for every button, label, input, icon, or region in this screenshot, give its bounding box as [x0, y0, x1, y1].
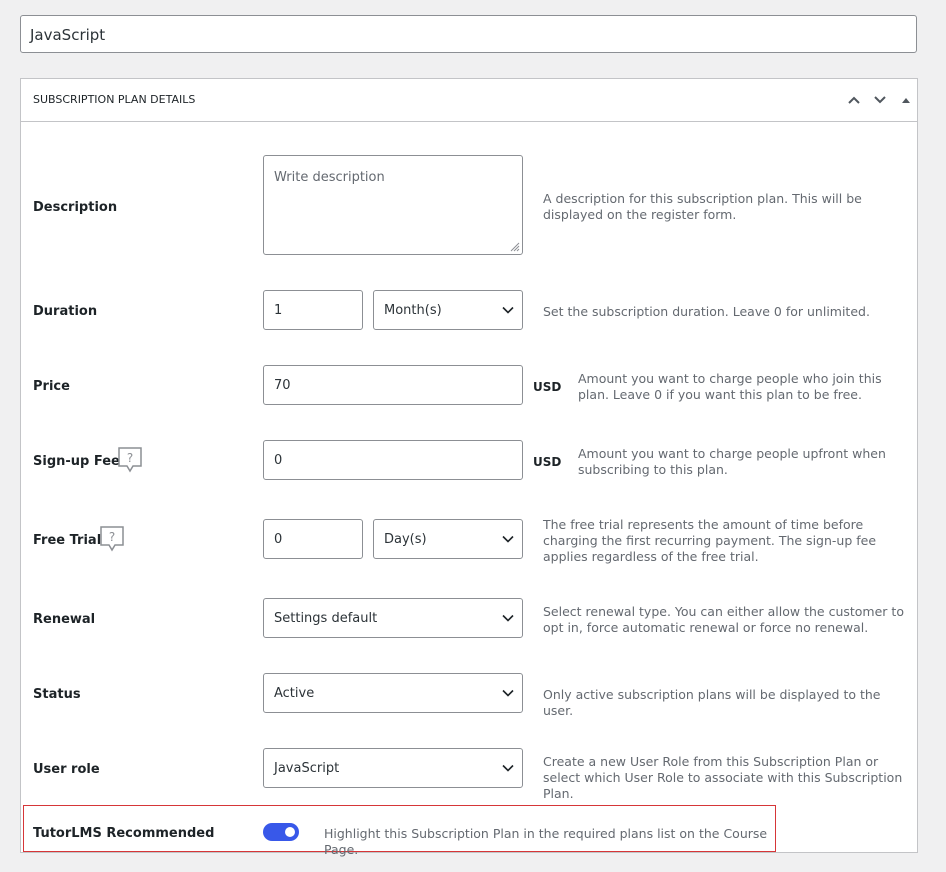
price-input[interactable]: 70: [263, 365, 523, 405]
tutorlms-recommended-toggle[interactable]: [263, 823, 299, 841]
duration-help: Set the subscription duration. Leave 0 f…: [543, 304, 870, 319]
resize-handle-icon[interactable]: [508, 240, 520, 252]
tutorlms-label: TutorLMS Recommended: [33, 826, 215, 841]
signup-fee-input[interactable]: 0: [263, 440, 523, 480]
metabox-title: SUBSCRIPTION PLAN DETAILS: [33, 93, 196, 106]
free-trial-help: The free trial represents the amount of …: [543, 517, 877, 564]
free-trial-value: 0: [274, 531, 283, 547]
user-role-select[interactable]: JavaScript: [263, 748, 523, 788]
renewal-value: Settings default: [274, 610, 378, 626]
price-label: Price: [33, 379, 70, 394]
duration-value: 1: [274, 302, 283, 318]
duration-unit-value: Month(s): [384, 302, 442, 318]
user-role-label: User role: [33, 762, 100, 777]
chevron-up-icon: [848, 96, 860, 104]
duration-input[interactable]: 1: [263, 290, 363, 330]
toggle-knob: [285, 827, 295, 837]
chevron-down-icon: [502, 306, 514, 314]
description-label: Description: [33, 200, 118, 215]
description-help: A description for this subscription plan…: [543, 191, 862, 222]
question-icon[interactable]: ?: [117, 446, 143, 474]
chevron-down-icon: [502, 535, 514, 543]
toggle-panel-button[interactable]: [896, 90, 916, 110]
duration-label: Duration: [33, 304, 98, 319]
description-placeholder: Write description: [274, 170, 385, 185]
chevron-down-icon: [502, 614, 514, 622]
signup-fee-value: 0: [274, 452, 283, 468]
price-currency: USD: [533, 380, 562, 394]
question-icon[interactable]: ?: [99, 525, 125, 553]
description-textarea[interactable]: Write description: [263, 155, 523, 255]
signup-fee-currency: USD: [533, 455, 562, 469]
user-role-help: Create a new User Role from this Subscri…: [543, 754, 903, 801]
free-trial-input[interactable]: 0: [263, 519, 363, 559]
free-trial-label: Free Trial: [33, 533, 102, 548]
subscription-plan-details-metabox: SUBSCRIPTION PLAN DETAILS Description Wr…: [20, 78, 918, 857]
price-help: Amount you want to charge people who joi…: [578, 371, 882, 402]
free-trial-unit-value: Day(s): [384, 531, 427, 547]
tutorlms-help: Highlight this Subscription Plan in the …: [324, 826, 768, 857]
user-role-value: JavaScript: [274, 760, 340, 776]
svg-text:?: ?: [127, 451, 133, 465]
renewal-label: Renewal: [33, 612, 96, 627]
signup-fee-label: Sign-up Fee: [33, 454, 120, 469]
metabox-header: SUBSCRIPTION PLAN DETAILS: [21, 79, 917, 122]
free-trial-unit-select[interactable]: Day(s): [373, 519, 523, 559]
status-label: Status: [33, 687, 81, 702]
chevron-down-icon: [502, 689, 514, 697]
plan-title-input[interactable]: JavaScript: [20, 15, 917, 53]
triangle-up-icon: [902, 98, 910, 103]
signup-fee-help: Amount you want to charge people upfront…: [578, 446, 886, 477]
chevron-down-icon: [874, 96, 886, 104]
move-up-button[interactable]: [844, 90, 864, 110]
status-help: Only active subscription plans will be d…: [543, 687, 881, 718]
duration-unit-select[interactable]: Month(s): [373, 290, 523, 330]
move-down-button[interactable]: [870, 90, 890, 110]
status-value: Active: [274, 685, 315, 701]
renewal-help: Select renewal type. You can either allo…: [543, 604, 904, 635]
svg-text:?: ?: [109, 530, 115, 544]
renewal-select[interactable]: Settings default: [263, 598, 523, 638]
status-select[interactable]: Active: [263, 673, 523, 713]
price-value: 70: [274, 377, 291, 393]
chevron-down-icon: [502, 764, 514, 772]
